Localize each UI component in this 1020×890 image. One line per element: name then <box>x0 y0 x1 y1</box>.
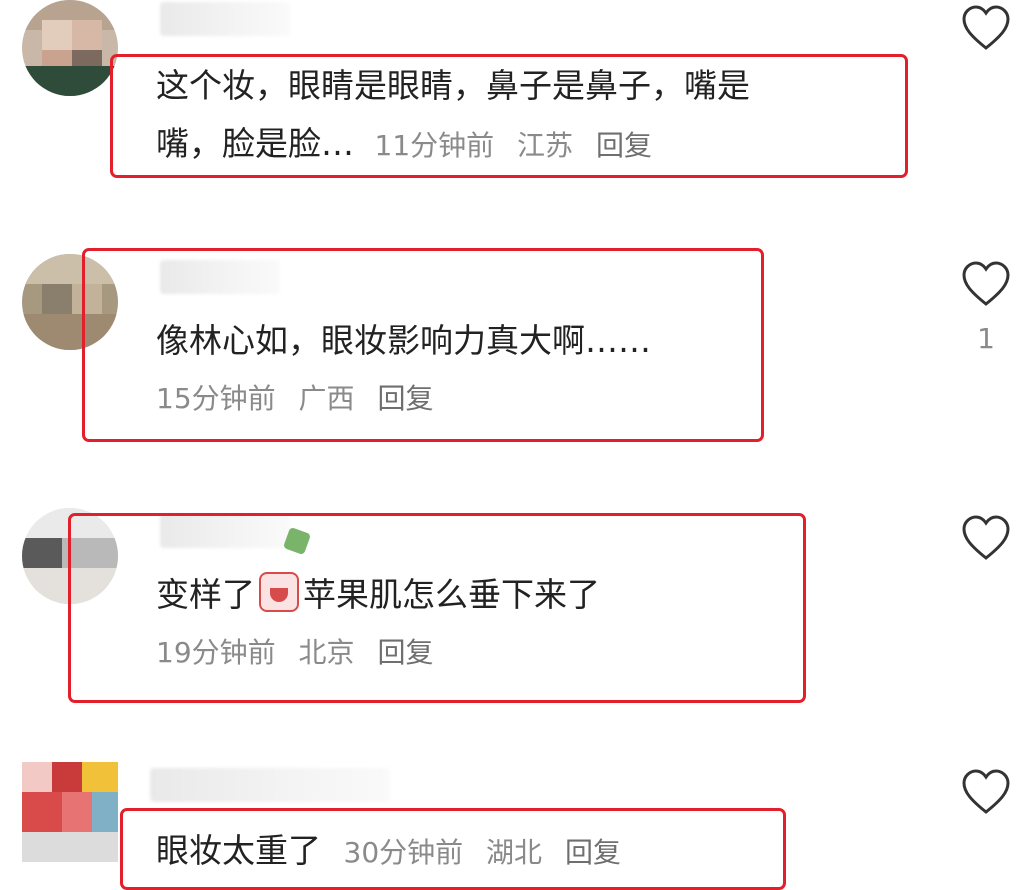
comment-item: 眼妆太重了 30分钟前 湖北 回复 <box>0 0 1020 890</box>
username-blurred[interactable] <box>150 768 390 802</box>
highlight-box <box>120 808 786 890</box>
heart-outline-icon[interactable] <box>961 768 1011 818</box>
avatar[interactable] <box>22 762 118 862</box>
